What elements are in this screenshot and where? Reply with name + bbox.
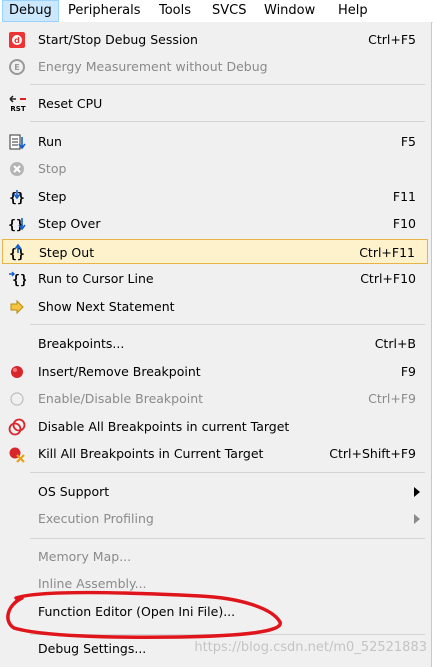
menu-item-label: Energy Measurement without Debug — [38, 59, 268, 74]
run-to-cursor-icon: {} — [8, 270, 26, 288]
menu-item-execution-profiling: Execution Profiling — [2, 506, 428, 531]
menu-bar: Debug Peripherals Tools SVCS Window Help — [0, 0, 433, 23]
menu-item-label: Start/Stop Debug Session — [38, 32, 198, 47]
menu-debug[interactable]: Debug — [2, 0, 59, 22]
svg-text:{}: {} — [12, 273, 26, 288]
menu-item-label: Step — [38, 189, 67, 204]
menu-item-label: Memory Map... — [38, 549, 132, 564]
svg-text:d: d — [14, 36, 20, 45]
menu-item-label: Function Editor (Open Ini File)... — [38, 604, 236, 619]
menu-item-label: Enable/Disable Breakpoint — [38, 391, 204, 406]
menu-item-memory-map: Memory Map... — [2, 544, 428, 569]
menu-item-shortcut: Ctrl+F5 — [368, 32, 416, 47]
menu-item-label: Reset CPU — [38, 96, 103, 111]
menu-item-label: Run to Cursor Line — [38, 271, 154, 286]
menu-item-show-next-statement[interactable]: Show Next Statement — [2, 294, 428, 319]
submenu-arrow-icon — [414, 514, 420, 524]
stop-icon — [8, 160, 26, 178]
menu-item-inline-assembly: Inline Assembly... — [2, 571, 428, 596]
menu-item-kill-all-breakpoints[interactable]: Kill All Breakpoints in Current Target C… — [2, 441, 428, 466]
menu-item-label: OS Support — [38, 484, 110, 499]
submenu-arrow-icon — [414, 487, 420, 497]
menu-item-shortcut: Ctrl+F10 — [360, 271, 416, 286]
arrow-right-icon — [8, 298, 26, 316]
menu-item-label: Inline Assembly... — [38, 576, 147, 591]
step-out-icon: {} — [9, 244, 27, 262]
menu-item-label: Disable All Breakpoints in current Targe… — [38, 419, 290, 434]
menu-item-label: Kill All Breakpoints in Current Target — [38, 446, 264, 461]
menu-item-shortcut: Ctrl+Shift+F9 — [329, 446, 416, 461]
menu-item-shortcut: F5 — [400, 134, 416, 149]
menu-item-shortcut: Ctrl+B — [374, 336, 416, 351]
menu-item-shortcut: F9 — [400, 364, 416, 379]
step-over-icon: {} — [8, 215, 26, 233]
breakpoint-icon — [8, 363, 26, 381]
menu-item-step-out[interactable]: {} Step Out Ctrl+F11 — [2, 239, 428, 264]
watermark: https://blog.csdn.net/m0_52521883 — [194, 640, 427, 655]
debug-dropdown-menu: d Start/Stop Debug Session Ctrl+F5 E Ene… — [0, 22, 432, 667]
menu-item-label: Stop — [38, 161, 67, 176]
menu-item-insert-remove-breakpoint[interactable]: Insert/Remove Breakpoint F9 — [2, 359, 428, 384]
svg-text:RST: RST — [10, 105, 25, 113]
menu-help[interactable]: Help — [332, 0, 374, 22]
run-icon — [8, 133, 26, 151]
menu-peripherals[interactable]: Peripherals — [62, 0, 147, 22]
svg-text:E: E — [14, 63, 19, 72]
menu-item-start-stop-debug[interactable]: d Start/Stop Debug Session Ctrl+F5 — [2, 27, 428, 52]
energy-measurement-icon: E — [8, 58, 26, 76]
menu-item-stop: Stop — [2, 156, 428, 181]
menu-item-reset-cpu[interactable]: RST Reset CPU — [2, 91, 428, 116]
menu-item-step[interactable]: {} Step F11 — [2, 184, 428, 209]
menu-item-function-editor[interactable]: Function Editor (Open Ini File)... — [2, 599, 428, 624]
menu-svcs[interactable]: SVCS — [206, 0, 252, 22]
menu-item-disable-all-breakpoints[interactable]: Disable All Breakpoints in current Targe… — [2, 414, 428, 439]
menu-item-label: Breakpoints... — [38, 336, 125, 351]
menu-separator — [30, 121, 425, 122]
menu-item-shortcut: Ctrl+F11 — [359, 245, 415, 260]
menu-separator — [30, 324, 425, 325]
menu-item-energy-measurement: E Energy Measurement without Debug — [2, 54, 428, 79]
menu-item-label: Show Next Statement — [38, 299, 175, 314]
menu-item-label: Insert/Remove Breakpoint — [38, 364, 201, 379]
svg-text:{}: {} — [9, 247, 25, 262]
menu-separator — [30, 538, 425, 539]
debug-session-icon: d — [8, 31, 26, 49]
breakpoint-outline-icon — [8, 390, 26, 408]
menu-item-label: Execution Profiling — [38, 511, 154, 526]
menu-item-breakpoints[interactable]: Breakpoints... Ctrl+B — [2, 331, 428, 356]
menu-item-enable-disable-breakpoint: Enable/Disable Breakpoint Ctrl+F9 — [2, 386, 428, 411]
kill-breakpoints-icon — [8, 445, 26, 463]
menu-item-label: Step Out — [39, 245, 95, 260]
menu-item-step-over[interactable]: {} Step Over F10 — [2, 211, 428, 236]
menu-item-shortcut: F10 — [392, 216, 416, 231]
menu-item-label: Run — [38, 134, 62, 149]
menu-item-label: Step Over — [38, 216, 101, 231]
menu-separator — [30, 84, 425, 85]
menu-item-shortcut: F11 — [392, 189, 416, 204]
menu-item-label: Debug Settings... — [38, 641, 147, 656]
menu-separator — [30, 472, 425, 473]
menu-tools[interactable]: Tools — [153, 0, 197, 22]
step-icon: {} — [8, 188, 26, 206]
menu-item-run[interactable]: Run F5 — [2, 129, 428, 154]
menu-separator — [30, 634, 425, 635]
disable-breakpoints-icon — [8, 418, 26, 436]
menu-item-shortcut: Ctrl+F9 — [368, 391, 416, 406]
reset-cpu-icon: RST — [8, 95, 26, 113]
menu-window[interactable]: Window — [258, 0, 321, 22]
menu-item-run-to-cursor[interactable]: {} Run to Cursor Line Ctrl+F10 — [2, 266, 428, 291]
menu-item-os-support[interactable]: OS Support — [2, 479, 428, 504]
